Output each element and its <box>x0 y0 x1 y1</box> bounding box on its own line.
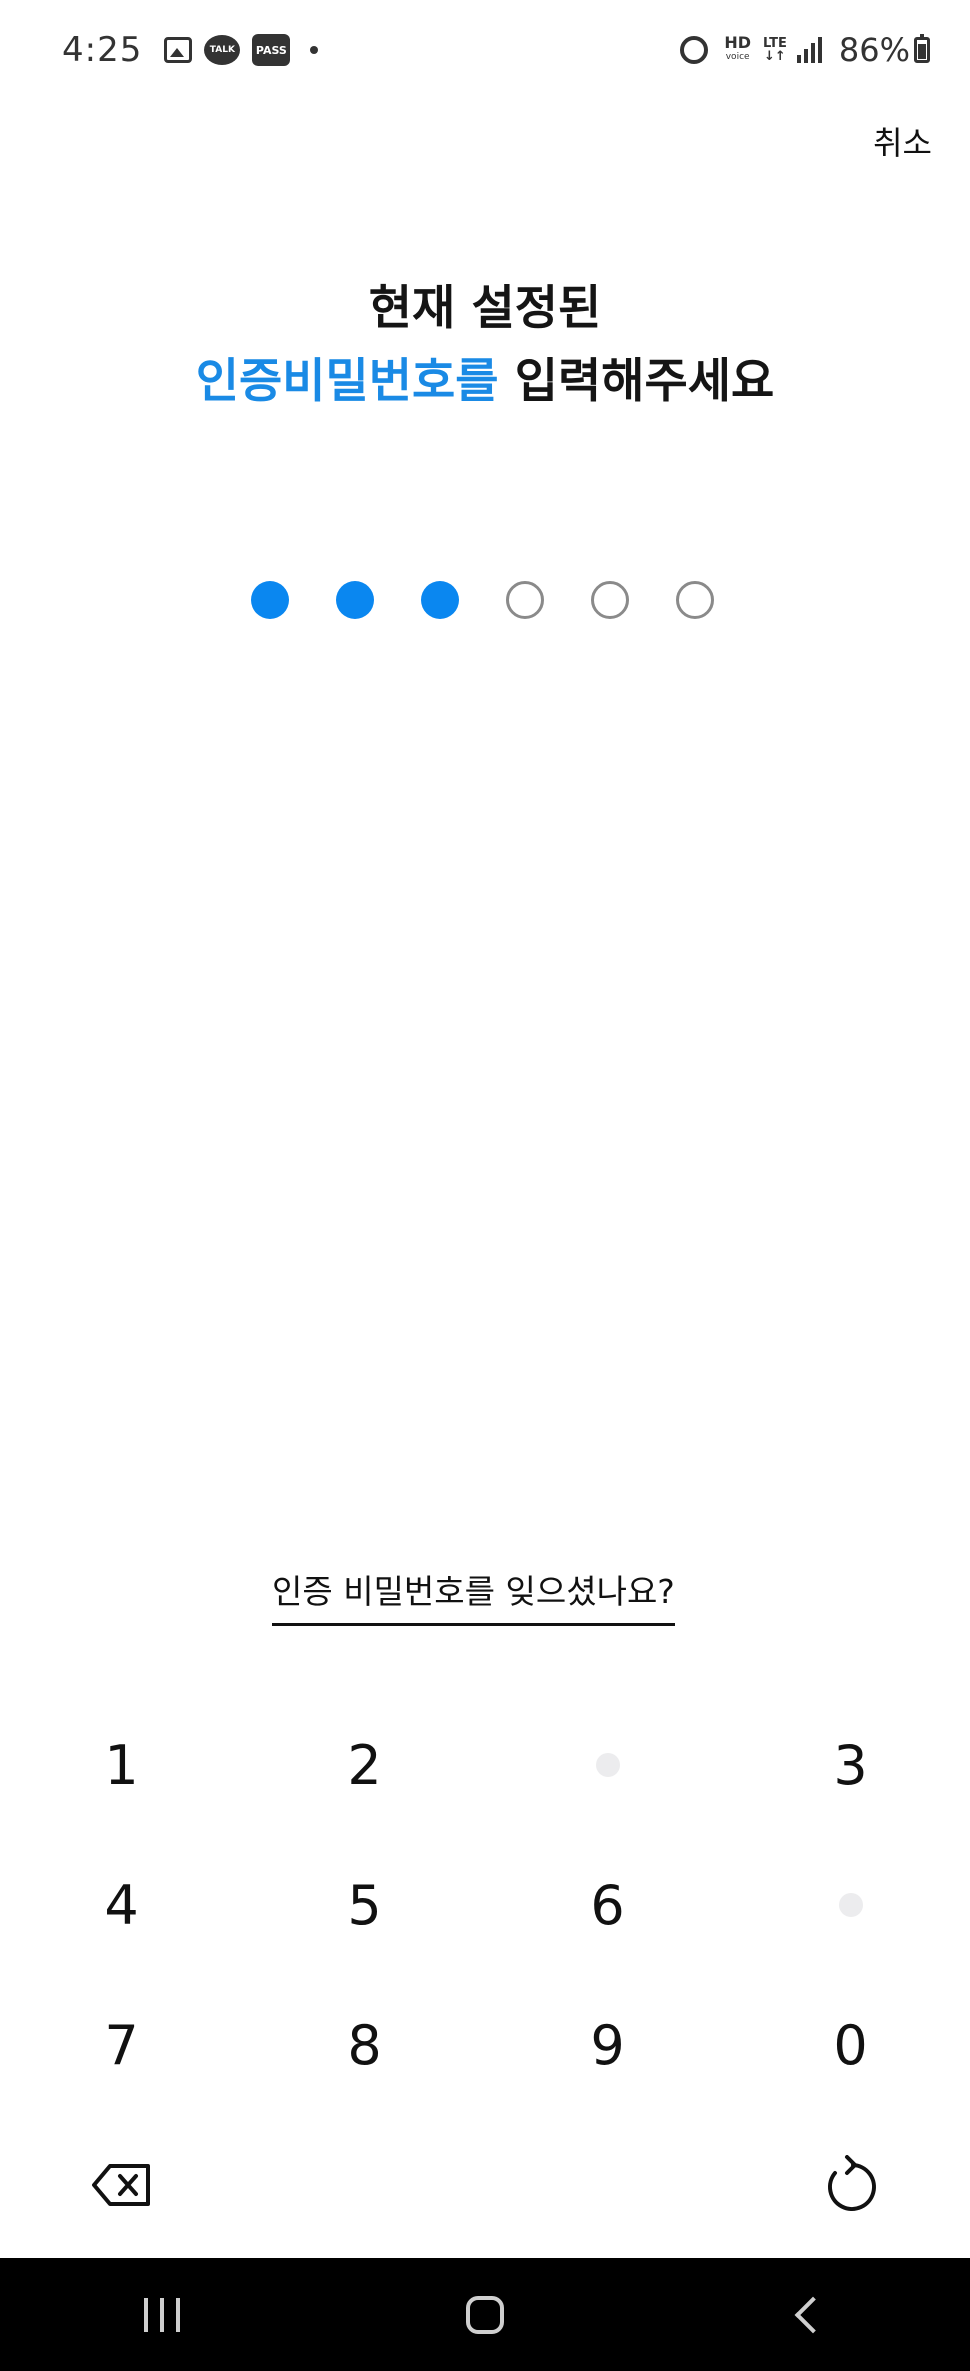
key-blank[interactable] <box>486 1695 729 1835</box>
key-9[interactable]: 9 <box>486 1975 729 2115</box>
numeric-keypad: 1 2 3 4 5 6 7 8 9 0 <box>0 1695 970 2255</box>
refresh-icon <box>827 2155 876 2211</box>
home-button[interactable] <box>425 2275 545 2355</box>
gallery-icon <box>164 37 193 63</box>
title-line1: 현재 설정된 <box>368 281 602 336</box>
lte-icon: LTE ↓↑ <box>762 36 787 64</box>
key-0[interactable]: 0 <box>729 1975 970 2115</box>
backspace-button[interactable] <box>0 2115 243 2255</box>
pin-dot-filled <box>421 581 459 619</box>
pin-dot-empty <box>506 581 544 619</box>
key-2[interactable]: 2 <box>243 1695 486 1835</box>
blank-key-dot <box>838 1893 863 1917</box>
battery-icon <box>914 34 930 63</box>
pass-icon: PASS <box>252 34 291 66</box>
status-bar: 4:25 TALK PASS HD voice LTE ↓↑ 86% <box>0 0 970 100</box>
backspace-icon <box>91 2164 150 2206</box>
back-icon <box>794 2296 832 2333</box>
home-icon <box>465 2295 504 2334</box>
page-title: 현재 설정된 인증비밀번호를 입력해주세요 <box>0 272 970 418</box>
cancel-button[interactable]: 취소 <box>873 118 932 164</box>
more-dot-icon <box>310 46 319 54</box>
key-empty <box>243 2115 486 2255</box>
key-empty <box>486 2115 729 2255</box>
key-3[interactable]: 3 <box>729 1695 970 1835</box>
pin-dot-empty <box>591 581 629 619</box>
key-4[interactable]: 4 <box>0 1835 243 1975</box>
back-button[interactable] <box>748 2275 868 2355</box>
key-5[interactable]: 5 <box>243 1835 486 1975</box>
pin-indicator <box>251 581 761 619</box>
key-1[interactable]: 1 <box>0 1695 243 1835</box>
key-6[interactable]: 6 <box>486 1835 729 1975</box>
recents-icon <box>143 2297 180 2332</box>
title-accent: 인증비밀번호를 <box>195 354 499 409</box>
pin-dot-filled <box>336 581 374 619</box>
alarm-icon <box>680 36 709 64</box>
battery-percent: 86% <box>838 31 910 69</box>
kakaotalk-icon: TALK <box>204 35 241 65</box>
title-line2-rest: 입력해주세요 <box>498 354 775 409</box>
key-8[interactable]: 8 <box>243 1975 486 2115</box>
signal-icon <box>796 37 825 63</box>
pin-verify-screen: 4:25 TALK PASS HD voice LTE ↓↑ 86% 취소 현재 … <box>0 0 970 2371</box>
recents-button[interactable] <box>102 2275 222 2355</box>
forgot-pin-link[interactable]: 인증 비밀번호를 잊으셨나요? <box>272 1565 675 1626</box>
pin-dot-filled <box>251 581 289 619</box>
system-nav-bar <box>0 2258 970 2371</box>
status-left: 4:25 TALK PASS <box>62 30 319 70</box>
shuffle-button[interactable] <box>729 2115 970 2255</box>
title-line2: 인증비밀번호를 입력해주세요 <box>0 345 970 418</box>
status-right: HD voice LTE ↓↑ 86% <box>680 31 930 69</box>
key-blank[interactable] <box>729 1835 970 1975</box>
key-7[interactable]: 7 <box>0 1975 243 2115</box>
lte-label: LTE <box>762 36 787 51</box>
status-time: 4:25 <box>62 30 143 70</box>
voice-label: voice <box>725 52 750 62</box>
blank-key-dot <box>595 1753 620 1777</box>
pin-dot-empty <box>676 581 714 619</box>
hd-voice-icon: HD voice <box>724 35 751 64</box>
